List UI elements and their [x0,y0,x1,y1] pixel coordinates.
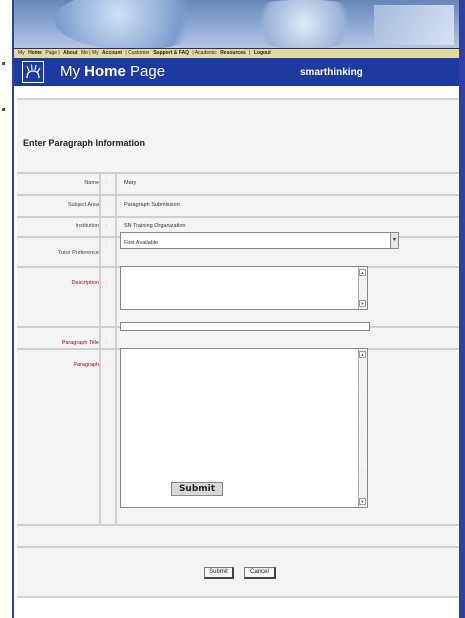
tutor-preference-label: Tutor Preference [57,250,99,256]
description-label: Description [71,280,99,286]
top-nav-bar: My Home Page | About Me | My Account | C… [14,48,459,58]
paragraph-title-label: Paragraph Title [61,340,99,346]
name-label: Name [84,180,99,186]
paragraph-title-input[interactable] [120,322,370,331]
nav-text: | Customer [124,50,152,56]
subject-area-label: Subject Area [67,202,99,208]
submit-button[interactable]: Submit [204,567,234,579]
description-textarea[interactable]: ▲ ▼ [120,266,368,310]
tutor-preference-select[interactable]: First Available ▾ [120,232,399,249]
name-value: Mary [124,180,137,186]
brand-bar: My Home Page smarthinking [14,58,459,86]
scroll-up-icon[interactable]: ▲ [359,269,366,276]
institution-label: Institution [75,223,99,229]
embedded-submit-button[interactable]: Submit [171,482,223,496]
nav-link-about[interactable]: About [63,50,77,56]
nav-link-support[interactable]: Support & FAQ [153,50,189,56]
right-border [459,0,465,618]
nav-text: Page | [43,50,62,56]
paragraph-scrollbar[interactable] [358,349,367,507]
nav-text: Me | My [79,50,101,56]
chevron-down-icon[interactable]: ▾ [390,233,398,248]
hand-logo-icon [22,61,44,83]
paragraph-label: Paragraph [73,362,99,368]
scroll-up-icon[interactable]: ▲ [359,351,366,358]
nav-link-logout[interactable]: Logout [254,50,271,56]
margin-dot [2,108,5,111]
paragraph-textarea[interactable]: ▲ ▼ [120,348,368,508]
nav-text: My [18,50,27,56]
header-banner [14,0,459,48]
institution-value: SN Training Organization [124,223,186,229]
nav-link-account[interactable]: Account [102,50,122,56]
subject-area-value: Paragraph Submission [124,202,180,208]
page-title: My Home Page [60,63,166,80]
scroll-down-icon[interactable]: ▼ [359,498,366,505]
company-logo-text: smarthinking [300,67,363,78]
tutor-preference-value: First Available [124,240,159,246]
nav-text: | Academic [191,50,219,56]
nav-link-resources[interactable]: Resources [220,50,246,56]
cancel-button[interactable]: Cancel [244,567,276,579]
form-title: Enter Paragraph Information [23,138,146,148]
nav-text: | [247,50,252,56]
main-content: Enter Paragraph Information Name : Mary … [14,86,459,618]
nav-link-home[interactable]: Home [28,50,42,56]
scroll-down-icon[interactable]: ▼ [359,300,366,307]
margin-dot [2,62,5,65]
left-margin [0,0,12,618]
